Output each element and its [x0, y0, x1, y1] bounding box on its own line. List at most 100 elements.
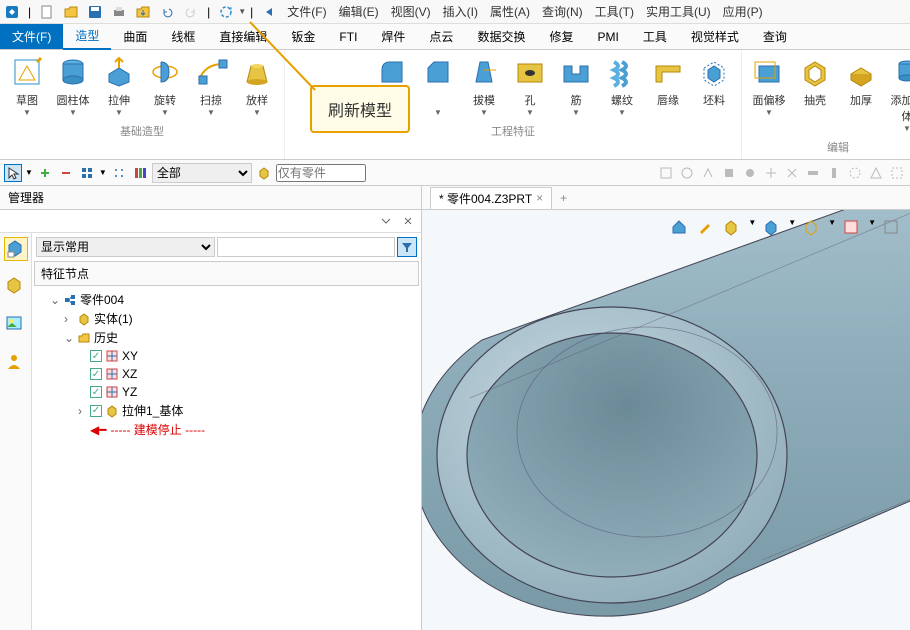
- t2-icon-7[interactable]: [783, 164, 801, 182]
- draft-button[interactable]: 拔模▼: [461, 52, 507, 119]
- side-tree-icon[interactable]: [4, 237, 28, 261]
- pointer-icon[interactable]: [4, 164, 22, 182]
- vt-home-icon[interactable]: [670, 218, 690, 238]
- t2-icon-9[interactable]: [825, 164, 843, 182]
- side-user-icon[interactable]: [4, 351, 28, 375]
- ribbon-tab-pmi[interactable]: PMI: [585, 26, 630, 48]
- t2-icon-12[interactable]: [888, 164, 906, 182]
- hole-button[interactable]: 孔▼: [507, 52, 553, 119]
- ribbon-tab-cloud[interactable]: 点云: [417, 24, 465, 49]
- dots-icon[interactable]: [110, 164, 128, 182]
- loft-button[interactable]: 放样▼: [234, 52, 280, 119]
- mgr-collapse-icon[interactable]: [377, 212, 395, 230]
- part-filter-input[interactable]: [276, 164, 366, 182]
- side-cube-icon[interactable]: [4, 275, 28, 299]
- t2-icon-2[interactable]: [678, 164, 696, 182]
- lip-button[interactable]: 唇缘: [645, 52, 691, 119]
- minus-icon[interactable]: [57, 164, 75, 182]
- vt-cube2-icon[interactable]: [762, 218, 782, 238]
- sketch-button[interactable]: 草图▼: [4, 52, 50, 119]
- rib-button[interactable]: 筋▼: [553, 52, 599, 119]
- menu-attr[interactable]: 属性(A): [484, 1, 536, 22]
- t2-icon-3[interactable]: [699, 164, 717, 182]
- refresh-icon[interactable]: [217, 3, 235, 21]
- vt-grid-icon[interactable]: [842, 218, 862, 238]
- undo-icon[interactable]: [158, 3, 176, 21]
- sweep-button[interactable]: 扫掠▼: [188, 52, 234, 119]
- chamfer-button[interactable]: 倒角▼: [415, 52, 461, 119]
- vt-more-icon[interactable]: [882, 218, 902, 238]
- ribbon-tab-tool[interactable]: 工具: [631, 24, 679, 49]
- menu-file[interactable]: 文件(F): [281, 1, 332, 22]
- t2-icon-11[interactable]: [867, 164, 885, 182]
- new-icon[interactable]: [38, 3, 56, 21]
- tree-plane-xz[interactable]: ✓XZ: [36, 365, 417, 383]
- menu-tools[interactable]: 工具(T): [589, 1, 640, 22]
- ribbon-tab-file[interactable]: 文件(F): [0, 24, 63, 49]
- tree-root[interactable]: ⌄零件004: [36, 290, 417, 309]
- ribbon-tab-shape[interactable]: 造型: [63, 23, 111, 50]
- viewport[interactable]: ▼ ▼ ▼ ▼: [422, 210, 910, 630]
- thread-button[interactable]: 螺纹▼: [599, 52, 645, 119]
- display-filter-select[interactable]: 显示常用: [36, 237, 215, 257]
- grid-icon[interactable]: [78, 164, 96, 182]
- tree-extrude[interactable]: ›✓拉伸1_基体: [36, 401, 417, 420]
- offset-button[interactable]: 面偏移▼: [746, 52, 792, 135]
- cylinder-button[interactable]: 圆柱体▼: [50, 52, 96, 119]
- ribbon-tab-data[interactable]: 数据交换: [465, 24, 537, 49]
- ribbon-tab-repair[interactable]: 修复: [537, 24, 585, 49]
- menu-query[interactable]: 查询(N): [536, 1, 589, 22]
- t2-icon-4[interactable]: [720, 164, 738, 182]
- shell-button[interactable]: 抽壳: [792, 52, 838, 135]
- menu-edit[interactable]: 编辑(E): [333, 1, 385, 22]
- view-tab-part[interactable]: * 零件004.Z3PRT×: [430, 187, 552, 209]
- plus-icon[interactable]: [36, 164, 54, 182]
- ribbon: 草图▼ 圆柱体▼ 拉伸▼ 旋转▼ 扫掠▼ 放样▼ 基础造型 圆角▼ 倒角▼ 拔模…: [0, 50, 910, 160]
- vt-cube3-icon[interactable]: [802, 218, 822, 238]
- print-icon[interactable]: [110, 3, 128, 21]
- tree-stop[interactable]: ◀━----- 建模停止 -----: [36, 420, 417, 439]
- tree-search-input[interactable]: [217, 237, 396, 257]
- revolve-button[interactable]: 旋转▼: [142, 52, 188, 119]
- menu-insert[interactable]: 插入(I): [437, 1, 484, 22]
- side-image-icon[interactable]: [4, 313, 28, 337]
- menu-app[interactable]: 应用(P): [717, 1, 769, 22]
- close-tab-icon[interactable]: ×: [536, 191, 543, 205]
- ribbon-tab-surface[interactable]: 曲面: [111, 24, 159, 49]
- stock-button[interactable]: 坯料: [691, 52, 737, 119]
- ribbon-tab-wire[interactable]: 线框: [159, 24, 207, 49]
- ribbon-tab-fti[interactable]: FTI: [327, 26, 369, 48]
- save-icon[interactable]: [86, 3, 104, 21]
- ribbon-tab-find[interactable]: 查询: [751, 24, 799, 49]
- vt-pencil-icon[interactable]: [696, 218, 716, 238]
- t2-icon-6[interactable]: [762, 164, 780, 182]
- play-icon[interactable]: [260, 3, 278, 21]
- ribbon-tab-sheet[interactable]: 钣金: [279, 24, 327, 49]
- ribbon-tab-weld[interactable]: 焊件: [369, 24, 417, 49]
- vt-cube1-icon[interactable]: [722, 218, 742, 238]
- filter-select[interactable]: 全部: [152, 163, 252, 183]
- redo-icon[interactable]: [182, 3, 200, 21]
- mgr-close-icon[interactable]: [399, 212, 417, 230]
- tree-plane-yz[interactable]: ✓YZ: [36, 383, 417, 401]
- extrude-button[interactable]: 拉伸▼: [96, 52, 142, 119]
- menu-view[interactable]: 视图(V): [385, 1, 437, 22]
- tree-plane-xy[interactable]: ✓XY: [36, 347, 417, 365]
- t2-icon-5[interactable]: [741, 164, 759, 182]
- color-icon[interactable]: [131, 164, 149, 182]
- filter-icon[interactable]: [397, 237, 417, 257]
- tree-solid[interactable]: ›实体(1): [36, 309, 417, 328]
- t2-icon-10[interactable]: [846, 164, 864, 182]
- addsolid-button[interactable]: 添加实体▼: [884, 52, 910, 135]
- t2-icon-8[interactable]: [804, 164, 822, 182]
- menu-utils[interactable]: 实用工具(U): [640, 1, 717, 22]
- cube-icon[interactable]: [255, 164, 273, 182]
- ribbon-tab-visual[interactable]: 视觉样式: [679, 24, 751, 49]
- import-icon[interactable]: [134, 3, 152, 21]
- t2-icon-1[interactable]: [657, 164, 675, 182]
- thicken-button[interactable]: 加厚: [838, 52, 884, 135]
- new-tab-button[interactable]: +: [552, 189, 575, 207]
- open-icon[interactable]: [62, 3, 80, 21]
- tree-history[interactable]: ⌄历史: [36, 328, 417, 347]
- ribbon-tab-direct[interactable]: 直接编辑: [207, 24, 279, 49]
